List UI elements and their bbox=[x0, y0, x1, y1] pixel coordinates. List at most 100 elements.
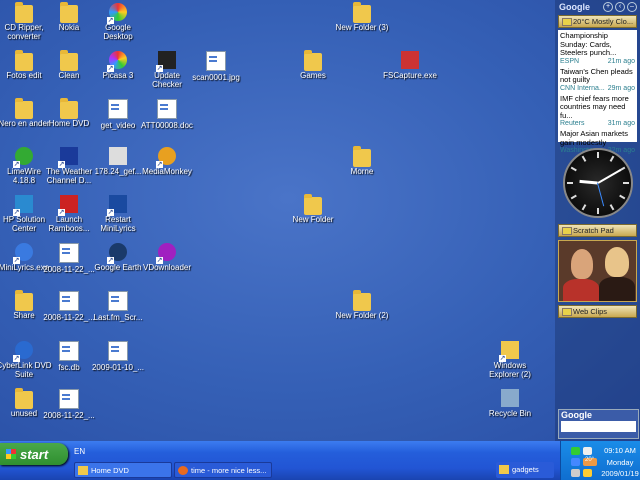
desktop-icon[interactable]: FSCapture.exe bbox=[382, 51, 438, 80]
clock-tick bbox=[609, 155, 614, 162]
desktop-icon[interactable]: 2009-01-10_... bbox=[90, 341, 146, 372]
desktop-icon[interactable]: 2008-11-22_... bbox=[41, 389, 97, 420]
news-headline[interactable]: IMF chief fears more countries may need … bbox=[560, 94, 635, 121]
desktop-icon-label: Picasa 3 bbox=[102, 71, 134, 80]
news-item[interactable]: Taiwan's Chen pleads not guilty CNN Inte… bbox=[560, 67, 635, 92]
desktop-icon[interactable]: 178.24_gef... bbox=[90, 147, 146, 176]
desktop-icon-label: Last.fm_Scr... bbox=[93, 313, 143, 322]
weather-gadget[interactable]: 20°C Mostly Clo... bbox=[558, 15, 637, 28]
network-icon[interactable] bbox=[571, 447, 580, 455]
news-headline[interactable]: Championship Sunday: Cards, Steelers pun… bbox=[560, 31, 635, 58]
desktop-icon-label: scan0001.jpg bbox=[192, 73, 240, 82]
folder-icon bbox=[60, 98, 78, 119]
desktop-icon[interactable]: Games bbox=[285, 50, 341, 80]
desktop-icon[interactable]: Morne bbox=[334, 146, 390, 176]
desktop-icon[interactable]: New Folder (3) bbox=[334, 2, 390, 32]
desktop-icon-label: 2008-11-22_... bbox=[43, 313, 95, 322]
clock-gadget[interactable] bbox=[562, 148, 633, 218]
desktop-icon[interactable]: MediaMonkey bbox=[139, 147, 195, 176]
desktop-icon[interactable]: Google Desktop bbox=[90, 3, 146, 41]
folder-icon bbox=[15, 98, 33, 119]
sidebar-menu-button[interactable]: ‹ bbox=[615, 1, 625, 12]
desktop-icon[interactable]: Recycle Bin bbox=[482, 389, 538, 418]
google-search-gadget: Google bbox=[558, 409, 639, 439]
clock-time[interactable]: 09:10 AM bbox=[600, 446, 640, 455]
task-gadgets[interactable]: gadgets bbox=[496, 462, 554, 478]
start-button[interactable]: start bbox=[0, 443, 68, 465]
news-headline[interactable]: Major Asian markets gain modestly bbox=[560, 129, 635, 147]
folder-icon bbox=[353, 290, 371, 311]
tray-temperature: 20° bbox=[585, 457, 595, 463]
clock-minute-hand bbox=[597, 169, 621, 184]
desktop-icon[interactable]: New Folder bbox=[285, 194, 341, 224]
desktop-icon-label: New Folder (2) bbox=[335, 311, 389, 320]
speaker-icon[interactable] bbox=[583, 447, 592, 455]
desktop-background: CD Ripper, converterNokiaGoogle DesktopN… bbox=[0, 0, 640, 441]
search-input[interactable] bbox=[561, 421, 636, 432]
image-icon bbox=[59, 389, 79, 409]
desktop-icon[interactable]: 2008-11-22_... bbox=[41, 291, 97, 322]
recycle-bin-icon bbox=[501, 389, 519, 407]
folder-icon bbox=[60, 2, 78, 23]
sidebar-minimize-button[interactable]: – bbox=[627, 1, 637, 12]
security-icon[interactable] bbox=[571, 458, 580, 466]
desktop-icon[interactable]: 2008-11-22_... bbox=[41, 243, 97, 274]
update-checker-icon bbox=[156, 51, 176, 72]
image-icon bbox=[59, 243, 79, 263]
news-item[interactable]: Championship Sunday: Cards, Steelers pun… bbox=[560, 31, 635, 64]
desktop-icon-label: 178.24_gef... bbox=[94, 167, 142, 176]
desktop-icon[interactable]: scan0001.jpg bbox=[188, 51, 244, 82]
desktop-icon[interactable]: Last.fm_Scr... bbox=[90, 291, 146, 322]
usb-icon[interactable] bbox=[571, 469, 580, 477]
desktop-icon[interactable]: Launch Ramboos... bbox=[41, 195, 97, 233]
folder-icon bbox=[78, 466, 88, 475]
news-item[interactable]: IMF chief fears more countries may need … bbox=[560, 94, 635, 127]
task-label: time - more nice less... bbox=[191, 466, 267, 475]
news-headline[interactable]: Taiwan's Chen pleads not guilty bbox=[560, 67, 635, 85]
desktop-icon[interactable]: VDownloader bbox=[139, 243, 195, 272]
scratch-pad-gadget[interactable]: Scratch Pad bbox=[558, 224, 637, 237]
taskbar: start EN Home DVD time - more nice less.… bbox=[0, 441, 640, 480]
word-icon bbox=[157, 99, 177, 119]
desktop-icon[interactable]: Picasa 3 bbox=[90, 51, 146, 80]
task-firefox[interactable]: time - more nice less... bbox=[174, 462, 272, 478]
desktop-icon-label: VDownloader bbox=[142, 263, 192, 272]
desktop-icon[interactable]: Google Earth bbox=[90, 243, 146, 272]
desktop-icon-label: Nokia bbox=[58, 23, 80, 32]
folder-icon bbox=[353, 2, 371, 23]
clock-tick bbox=[566, 182, 573, 184]
firefox-icon bbox=[178, 466, 188, 475]
web-clips-gadget[interactable]: Web Clips bbox=[558, 305, 637, 318]
desktop-icon[interactable]: get_video bbox=[90, 99, 146, 130]
google-sidebar: Google + ‹ – 20°C Mostly Clo... Champion… bbox=[555, 0, 640, 441]
clock-date: 2009/01/19 bbox=[601, 469, 639, 478]
news-gadget: Championship Sunday: Cards, Steelers pun… bbox=[558, 30, 637, 154]
task-home-dvd[interactable]: Home DVD bbox=[74, 462, 172, 478]
desktop-icon[interactable]: The Weather Channel D... bbox=[41, 147, 97, 185]
volume-icon[interactable] bbox=[583, 469, 592, 477]
desktop-icon[interactable]: Update Checker bbox=[139, 51, 195, 89]
desktop-icon[interactable]: Clean bbox=[41, 50, 97, 80]
folder-icon bbox=[15, 50, 33, 71]
photo-gadget[interactable] bbox=[558, 240, 637, 302]
desktop-icon[interactable]: ATT00008.doc bbox=[139, 99, 195, 130]
start-label: start bbox=[20, 446, 49, 462]
desktop-icon[interactable]: Nokia bbox=[41, 2, 97, 32]
desktop-icon-label: New Folder bbox=[292, 215, 334, 224]
desktop-icon-label: Clean bbox=[58, 71, 80, 80]
sidebar-add-button[interactable]: + bbox=[603, 1, 613, 12]
clock-tick bbox=[570, 194, 577, 200]
desktop-icon[interactable]: Home DVD bbox=[41, 98, 97, 128]
google-earth-icon bbox=[107, 243, 127, 264]
desktop-icon[interactable]: Windows Explorer (2) bbox=[482, 341, 538, 379]
web-clips-label: Web Clips bbox=[573, 307, 608, 316]
language-indicator[interactable]: EN bbox=[74, 447, 85, 456]
desktop-icon[interactable]: Restart MiniLyrics bbox=[90, 195, 146, 233]
desktop-icon-label: Launch Ramboos... bbox=[48, 215, 90, 233]
desktop-icon[interactable]: fsc.db bbox=[41, 341, 97, 372]
desktop-icon-label: 2009-01-10_... bbox=[91, 363, 145, 372]
ramboos-icon bbox=[58, 195, 78, 216]
desktop-icon[interactable]: New Folder (2) bbox=[334, 290, 390, 320]
desktop-icon-label: Google Earth bbox=[94, 263, 142, 272]
fscapture-icon bbox=[401, 51, 419, 69]
